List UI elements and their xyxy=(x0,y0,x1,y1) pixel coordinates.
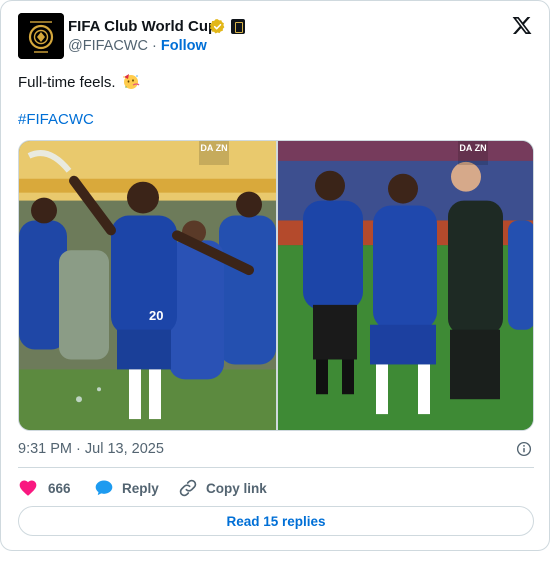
copy-link-button[interactable]: Copy link xyxy=(178,477,267,499)
like-button[interactable]: 666 xyxy=(18,477,71,499)
verified-gold-badge-icon xyxy=(209,19,225,34)
link-icon xyxy=(179,479,197,497)
photo-right-image xyxy=(278,141,533,430)
speech-bubble-icon xyxy=(95,480,113,496)
reply-button[interactable]: Reply xyxy=(94,477,159,499)
dazn-watermark: DA ZN xyxy=(458,141,488,165)
fifa-cwc-logo xyxy=(18,13,64,59)
tweet-timestamp[interactable]: 9:31 PM · Jul 13, 2025 xyxy=(18,441,164,457)
tweet-text: Full-time feels. xyxy=(18,72,140,91)
heart-icon xyxy=(19,480,37,496)
dazn-watermark: DA ZN xyxy=(199,141,229,165)
tweet-text-content: Full-time feels. xyxy=(18,74,116,91)
media-grid[interactable]: 20 DA ZN DA ZN xyxy=(18,140,534,431)
partying-face-emoji xyxy=(122,74,140,89)
separator-dot: · xyxy=(152,38,157,54)
hashtag-link[interactable]: #FIFACWC xyxy=(18,111,94,128)
read-replies-button[interactable]: Read 15 replies xyxy=(18,506,534,536)
x-logo-icon[interactable] xyxy=(511,15,533,36)
like-count: 666 xyxy=(48,480,71,496)
info-icon[interactable] xyxy=(515,440,533,458)
embedded-tweet-card: FIFA Club World Cup @FIFACWC · Follow Fu… xyxy=(0,0,550,551)
divider xyxy=(18,467,534,468)
copy-link-label: Copy link xyxy=(206,480,267,496)
author-avatar[interactable] xyxy=(18,13,64,59)
svg-text:20: 20 xyxy=(149,308,163,323)
photo-left-image: 20 xyxy=(19,141,276,430)
follow-button[interactable]: Follow xyxy=(161,38,207,54)
author-handle[interactable]: @FIFACWC xyxy=(68,38,148,54)
reply-label: Reply xyxy=(122,480,159,496)
handle-row: @FIFACWC · Follow xyxy=(68,38,207,54)
photo-celebration-left[interactable]: 20 DA ZN xyxy=(19,141,276,430)
photo-celebration-right[interactable]: DA ZN xyxy=(278,141,533,430)
author-name[interactable]: FIFA Club World Cup xyxy=(68,18,217,35)
affiliate-badge-icon xyxy=(231,19,245,34)
